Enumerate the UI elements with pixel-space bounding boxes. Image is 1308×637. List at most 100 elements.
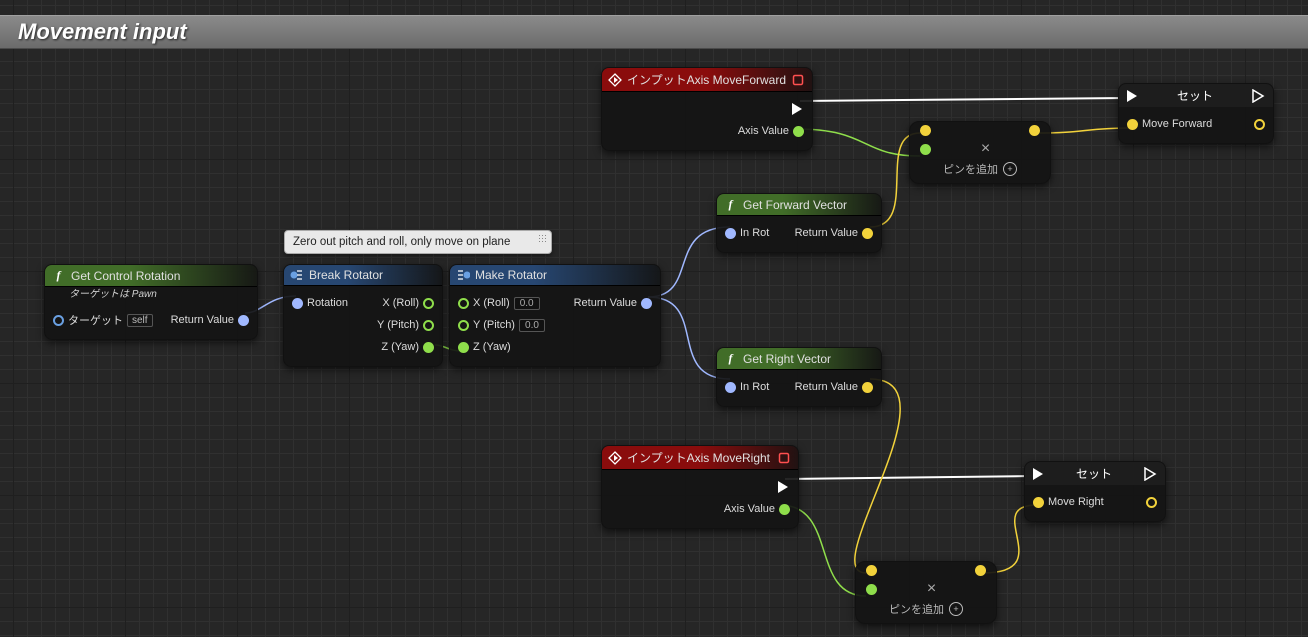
- event-icon: [608, 451, 622, 465]
- comment-text: Zero out pitch and roll, only move on pl…: [293, 236, 510, 248]
- comment-bubble[interactable]: Zero out pitch and roll, only move on pl…: [284, 230, 552, 254]
- pin-return-out[interactable]: [238, 315, 249, 326]
- pin-x-out[interactable]: [423, 298, 434, 309]
- exec-outanschließend-pin[interactable]: [1251, 89, 1265, 103]
- node-title: Get Right Vector: [743, 352, 831, 366]
- function-icon: f: [723, 197, 738, 212]
- pin-label: Move Forward: [1142, 118, 1212, 130]
- pin-var-out[interactable]: [1146, 497, 1157, 508]
- exec-out-pin[interactable]: [790, 102, 804, 116]
- add-pin-button[interactable]: +: [1003, 162, 1017, 176]
- value-box[interactable]: 0.0: [514, 297, 540, 310]
- pin-label: Return Value: [574, 297, 637, 309]
- break-struct-icon: [290, 268, 304, 282]
- node-title: Get Control Rotation: [71, 269, 180, 283]
- node-set-move-forward[interactable]: セット Move Forward: [1118, 83, 1274, 144]
- pin-axis-value-out[interactable]: [793, 126, 804, 137]
- node-set-move-right[interactable]: セット Move Right: [1024, 461, 1166, 522]
- node-header[interactable]: セット: [1119, 84, 1273, 107]
- pin-label: Axis Value: [738, 125, 789, 137]
- pin-label: ターゲット: [68, 312, 123, 328]
- pin-label: Y (Pitch): [473, 319, 515, 331]
- multiply-icon: ×: [927, 580, 936, 598]
- pin-return-out[interactable]: [641, 298, 652, 309]
- node-get-forward-vector[interactable]: f Get Forward Vector In Rot Return Value: [716, 193, 882, 253]
- node-get-control-rotation[interactable]: f Get Control Rotation ターゲットは Pawn ターゲット…: [44, 264, 258, 340]
- function-icon: f: [723, 351, 738, 366]
- pin-label: Y (Pitch): [377, 319, 419, 331]
- pin-label: Return Value: [795, 227, 858, 239]
- pin-target-in[interactable]: [53, 315, 64, 326]
- breakpoint-icon[interactable]: [792, 74, 804, 86]
- pin-rotation-in[interactable]: [292, 298, 303, 309]
- comment-grip[interactable]: [538, 234, 548, 244]
- node-title: インプットAxis MoveForward: [627, 71, 786, 88]
- pin-inrot-in[interactable]: [725, 382, 736, 393]
- add-pin-button[interactable]: +: [949, 602, 963, 616]
- pin-label: Rotation: [307, 297, 348, 309]
- pin-inrot-in[interactable]: [725, 228, 736, 239]
- node-subtitle: ターゲットは Pawn: [45, 285, 257, 303]
- pin-z-in[interactable]: [458, 342, 469, 353]
- node-multiply-2[interactable]: × ピンを追加 +: [855, 561, 997, 624]
- breakpoint-icon[interactable]: [778, 452, 790, 464]
- pin-var-in[interactable]: [1033, 497, 1044, 508]
- event-icon: [608, 73, 622, 87]
- node-header[interactable]: Make Rotator: [450, 265, 660, 286]
- exec-in-pin[interactable]: [1125, 89, 1139, 103]
- add-pin-label: ピンを追加: [943, 161, 998, 177]
- pin-return-out[interactable]: [862, 228, 873, 239]
- function-icon: f: [51, 268, 66, 283]
- node-header[interactable]: インプットAxis MoveForward: [602, 68, 812, 92]
- exec-out-pin[interactable]: [1143, 467, 1157, 481]
- exec-in-pin[interactable]: [1031, 467, 1045, 481]
- node-make-rotator[interactable]: Make Rotator X (Roll) 0.0 Return Value Y…: [449, 264, 661, 367]
- pin-var-in[interactable]: [1127, 119, 1138, 130]
- node-multiply-1[interactable]: × ピンを追加 +: [909, 121, 1051, 184]
- pin-label: Move Right: [1048, 496, 1104, 508]
- pin-axis-value-out[interactable]: [779, 504, 790, 515]
- pin-label: Return Value: [795, 381, 858, 393]
- pin-return-out[interactable]: [862, 382, 873, 393]
- pin-a-in[interactable]: [866, 565, 877, 576]
- node-title: セット: [1050, 465, 1138, 482]
- pin-b-in[interactable]: [866, 584, 877, 595]
- pin-label: Z (Yaw): [473, 341, 511, 353]
- pin-label: Axis Value: [724, 503, 775, 515]
- pin-z-out[interactable]: [423, 342, 434, 353]
- node-title: セット: [1144, 87, 1246, 104]
- exec-out-pin[interactable]: [776, 480, 790, 494]
- pin-label: In Rot: [740, 227, 769, 239]
- value-box[interactable]: 0.0: [519, 319, 545, 332]
- node-header[interactable]: f Get Right Vector: [717, 348, 881, 370]
- pin-y-out[interactable]: [423, 320, 434, 331]
- pin-var-out[interactable]: [1254, 119, 1265, 130]
- pin-x-in[interactable]: [458, 298, 469, 309]
- node-header[interactable]: Break Rotator: [284, 265, 442, 286]
- node-header[interactable]: f Get Control Rotation: [45, 265, 257, 287]
- self-box: self: [127, 314, 153, 327]
- node-break-rotator[interactable]: Break Rotator Rotation X (Roll) Y (Pitch…: [283, 264, 443, 367]
- multiply-icon: ×: [981, 140, 990, 158]
- pin-label: In Rot: [740, 381, 769, 393]
- pin-label: Z (Yaw): [381, 341, 419, 353]
- blueprint-graph[interactable]: Movement input Zero out pitch and roll, …: [0, 0, 1308, 637]
- node-header[interactable]: セット: [1025, 462, 1165, 485]
- pin-y-in[interactable]: [458, 320, 469, 331]
- pin-a-in[interactable]: [920, 125, 931, 136]
- node-title: インプットAxis MoveRight: [627, 449, 770, 466]
- pin-b-in[interactable]: [920, 144, 931, 155]
- node-inputaxis-moveforward[interactable]: インプットAxis MoveForward Axis Value: [601, 67, 813, 151]
- node-title: Break Rotator: [309, 268, 383, 282]
- pin-label: Return Value: [171, 314, 234, 326]
- pin-label: X (Roll): [473, 297, 510, 309]
- node-header[interactable]: f Get Forward Vector: [717, 194, 881, 216]
- pin-result-out[interactable]: [975, 565, 986, 576]
- node-header[interactable]: インプットAxis MoveRight: [602, 446, 798, 470]
- pin-result-out[interactable]: [1029, 125, 1040, 136]
- add-pin-label: ピンを追加: [889, 601, 944, 617]
- node-get-right-vector[interactable]: f Get Right Vector In Rot Return Value: [716, 347, 882, 407]
- section-title: Movement input: [0, 15, 1308, 49]
- node-title: Get Forward Vector: [743, 198, 847, 212]
- node-inputaxis-moveright[interactable]: インプットAxis MoveRight Axis Value: [601, 445, 799, 529]
